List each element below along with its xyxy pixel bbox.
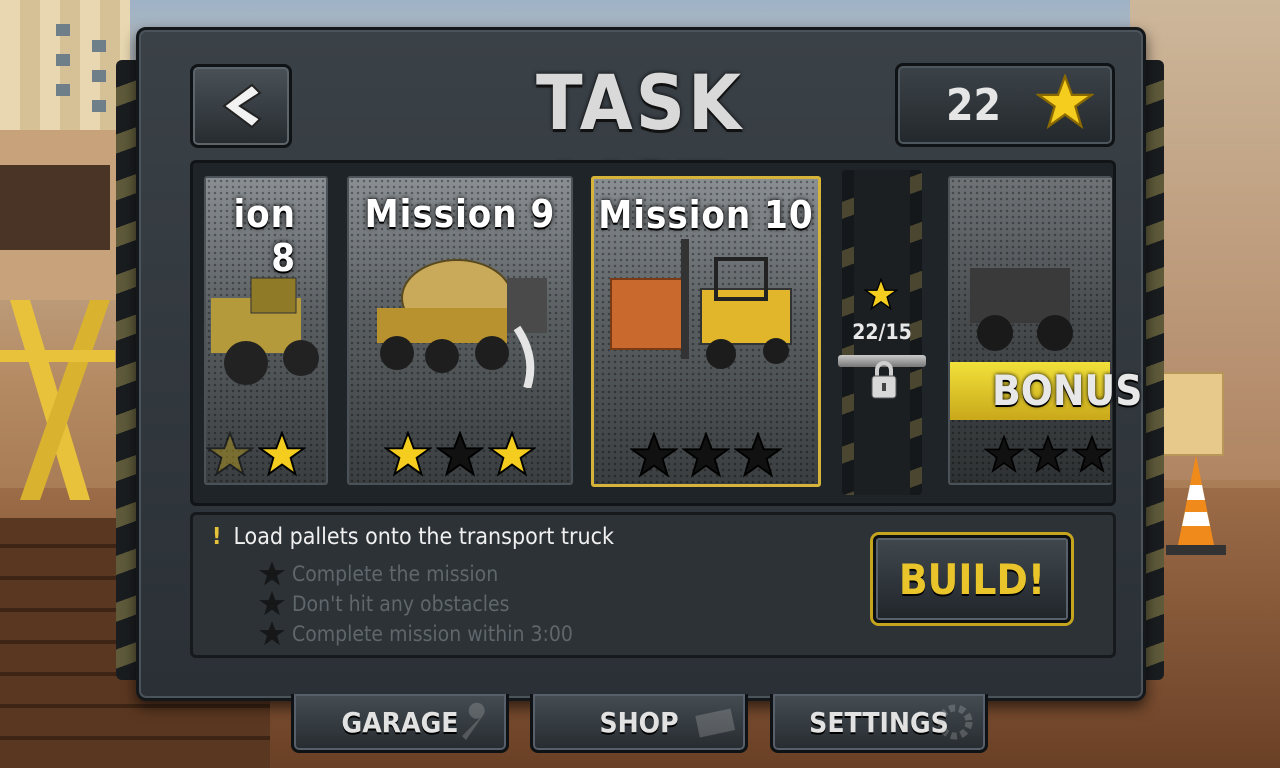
empty-star-icon: [259, 621, 285, 646]
empty-star-icon: [1072, 434, 1112, 473]
star-total-value: 22: [946, 80, 1002, 131]
objective-item: Complete the mission: [258, 560, 498, 588]
wrench-icon: [462, 702, 485, 740]
padlock-icon: [871, 361, 897, 399]
mission-card-9[interactable]: Mission 9: [347, 176, 573, 485]
loader-image: [211, 277, 319, 385]
empty-star-icon: [259, 561, 285, 586]
mission-title: Mission 9: [364, 192, 556, 236]
background-fence: [0, 165, 110, 250]
objective-item: Complete mission within 3:00: [258, 620, 573, 648]
empty-star-icon: [682, 432, 730, 478]
empty-star-icon: [436, 431, 484, 477]
lock-requirement: 22/15: [852, 320, 912, 344]
forklift-image: [610, 239, 792, 369]
task-description: ! Load pallets onto the transport truck: [212, 524, 614, 550]
mission-title: ion 8: [233, 192, 296, 280]
tab-label: SETTINGS: [809, 705, 949, 739]
money-icon: [695, 708, 736, 738]
back-arrow-icon: [222, 83, 262, 129]
empty-star-icon: [734, 432, 782, 478]
bonus-stars: [950, 431, 1112, 479]
bonus-card[interactable]: [948, 176, 1112, 485]
mission-stars: [594, 432, 818, 480]
tab-shop[interactable]: SHOP: [530, 694, 748, 753]
background-sandbag: [1160, 372, 1224, 456]
gold-star-icon: [488, 431, 536, 477]
gold-star-icon: [864, 278, 898, 311]
tab-label: GARAGE: [341, 705, 459, 739]
gold-star-icon: [384, 431, 432, 477]
mission-title: Mission 10: [598, 193, 814, 237]
task-title: Load pallets onto the transport truck: [233, 524, 615, 550]
exclamation-icon: !: [212, 524, 222, 550]
gold-star-icon: [1036, 74, 1094, 130]
mission-card-10[interactable]: Mission 10: [591, 176, 821, 487]
objective-text: Complete the mission: [292, 562, 499, 586]
build-button[interactable]: BUILD!: [873, 535, 1071, 623]
mission-stars: [349, 431, 571, 479]
mission-stars: [206, 431, 326, 479]
hazard-stripe-left: [116, 60, 138, 680]
mission-card-8[interactable]: ion 8: [204, 176, 328, 485]
tab-settings[interactable]: SETTINGS: [770, 694, 988, 753]
objective-item: Don't hit any obstacles: [258, 590, 510, 618]
empty-star-icon: [1028, 434, 1068, 473]
empty-star-icon: [984, 434, 1024, 473]
gear-icon: [937, 704, 973, 740]
empty-star-icon: [630, 432, 678, 478]
background-building: [0, 0, 130, 135]
gold-star-icon: [206, 431, 254, 477]
bonus-label: BONUS: [992, 366, 1143, 415]
star-total-display: 22: [895, 63, 1115, 147]
back-button[interactable]: [190, 64, 292, 148]
empty-star-icon: [259, 591, 285, 616]
bonus-vehicle-image: [970, 268, 1073, 351]
cement-mixer-image: [377, 259, 547, 388]
traffic-cone: [1166, 455, 1226, 555]
objective-text: Don't hit any obstacles: [292, 592, 510, 616]
tab-label: SHOP: [599, 705, 679, 739]
tab-garage[interactable]: GARAGE: [291, 694, 509, 753]
background-barrier: [0, 300, 115, 500]
objective-text: Complete mission within 3:00: [292, 622, 573, 646]
gold-star-icon: [258, 431, 306, 477]
